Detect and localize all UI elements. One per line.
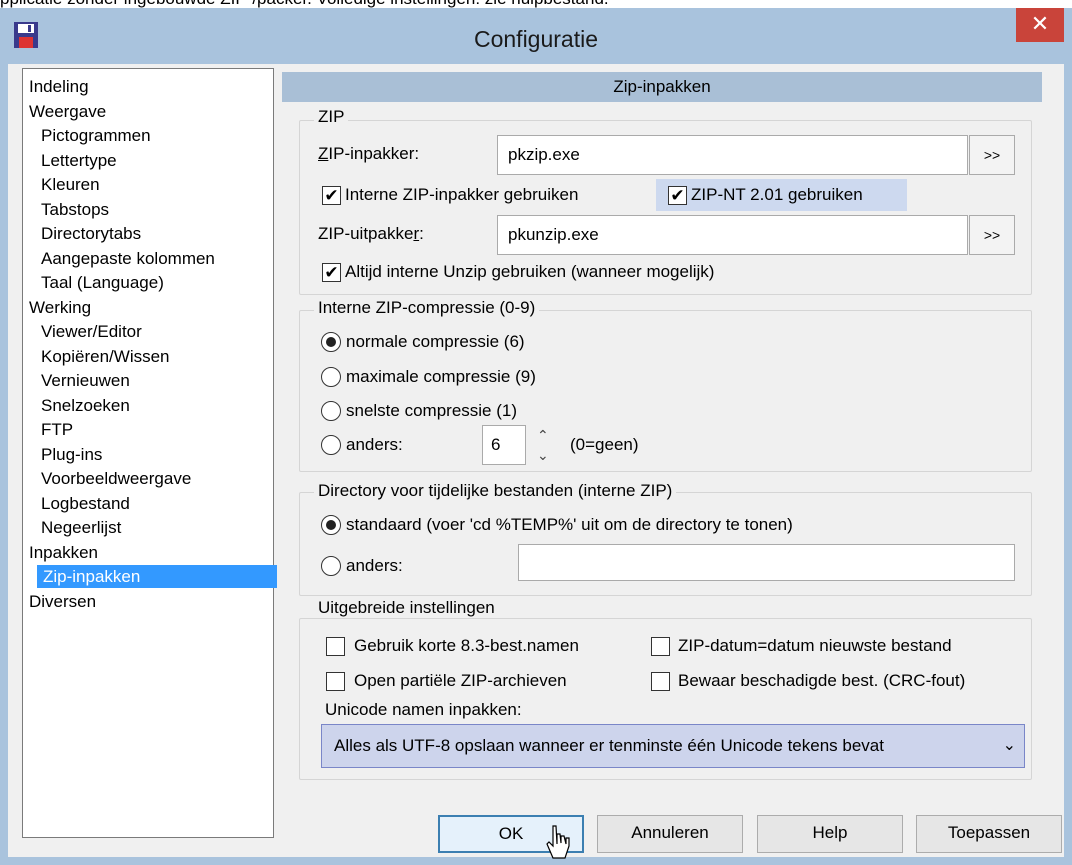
tree-item[interactable]: Inpakken [23,541,98,564]
help-button[interactable]: Help [757,815,903,853]
zip-packer-label: ZIP-inpakker: [318,144,420,163]
tree-item[interactable]: Viewer/Editor [23,320,142,343]
zip-date-checkbox[interactable] [651,637,670,656]
zip-nt-label: ZIP-NT 2.01 gebruiken [691,185,863,204]
tree-item[interactable]: Aangepaste kolommen [23,247,215,270]
short-names-checkbox[interactable] [326,637,345,656]
normal-compression-label: normale compressie (6) [346,332,525,351]
open-partial-label: Open partiële ZIP-archieven [354,671,567,690]
max-compression-radio[interactable] [321,367,341,387]
tree-item[interactable]: Kleuren [23,173,100,196]
zip-unpacker-label: ZIP-uitpakker: [318,224,424,243]
zip-unpacker-input[interactable]: pkunzip.exe [497,215,968,255]
tree-item[interactable]: Negeerlijst [23,516,121,539]
internal-packer-checkbox[interactable]: ✔ [322,186,341,205]
tree-item[interactable]: Vernieuwen [23,369,130,392]
background-text-strip: pplicatie zonder ingebouwde ZIP-/packer.… [0,0,1072,8]
tree-item[interactable]: Weergave [23,100,106,123]
open-partial-checkbox[interactable] [326,672,345,691]
tree-item[interactable]: Werking [23,296,91,319]
tree-item[interactable]: Lettertype [23,149,117,172]
zip-group-legend: ZIP [314,107,349,127]
tempdir-standard-radio[interactable] [321,515,341,535]
close-button[interactable]: ✕ [1016,8,1064,42]
tree-item[interactable]: Tabstops [23,198,109,221]
zip-date-label: ZIP-datum=datum nieuwste bestand [678,636,952,655]
always-internal-unzip-label: Altijd interne Unzip gebruiken (wanneer … [345,262,715,281]
tempdir-other-input[interactable] [518,544,1015,581]
pane-title: Zip-inpakken [282,72,1042,102]
unicode-names-label: Unicode namen inpakken: [325,700,522,719]
tree-item[interactable]: Voorbeeldweergave [23,467,191,490]
apply-button[interactable]: Toepassen [916,815,1062,853]
fastest-compression-label: snelste compressie (1) [346,401,518,420]
zip-unpacker-browse-button[interactable]: >> [969,215,1015,255]
keep-damaged-label: Bewaar beschadigde best. (CRC-fout) [678,671,966,690]
chevron-down-icon: ⌄ [1002,737,1016,754]
window-title: Configuratie [473,26,599,52]
other-compression-label: anders: [346,435,403,454]
normal-compression-radio[interactable] [321,332,341,352]
max-compression-label: maximale compressie (9) [346,367,536,386]
tree-item[interactable]: Pictogrammen [23,124,151,147]
compression-level-input[interactable]: 6 [482,425,526,465]
compression-group-legend: Interne ZIP-compressie (0-9) [314,298,540,318]
tree-item[interactable]: Zip-inpakken [37,565,277,588]
tree-item[interactable]: Taal (Language) [23,271,164,294]
spin-down-icon[interactable]: ⌄ [537,448,549,462]
tree-item[interactable]: Snelzoeken [23,394,130,417]
fastest-compression-radio[interactable] [321,401,341,421]
tempdir-group-legend: Directory voor tijdelijke bestanden (int… [314,481,677,501]
tree-item[interactable]: Logbestand [23,492,130,515]
tempdir-other-radio[interactable] [321,556,341,576]
tree-item[interactable]: Indeling [23,75,89,98]
tree-item[interactable]: FTP [23,418,73,441]
tree-item[interactable]: Kopiëren/Wissen [23,345,170,368]
unicode-names-select[interactable]: Alles als UTF-8 opslaan wanneer er tenmi… [321,724,1025,768]
keep-damaged-checkbox[interactable] [651,672,670,691]
short-names-label: Gebruik korte 8.3-best.namen [354,636,579,655]
tree-item[interactable]: Directorytabs [23,222,141,245]
tree-item[interactable]: Diversen [23,590,96,613]
internal-packer-label: Interne ZIP-inpakker gebruiken [345,185,579,204]
advanced-group-legend: Uitgebreide instellingen [314,598,499,618]
other-compression-radio[interactable] [321,435,341,455]
cancel-button[interactable]: Annuleren [597,815,743,853]
always-internal-unzip-checkbox[interactable]: ✔ [322,263,341,282]
settings-tree[interactable]: Indeling Weergave Pictogrammen Lettertype Kl… [22,68,277,838]
title-bar[interactable]: Configuratie ✕ [0,8,1072,64]
zip-packer-input[interactable]: pkzip.exe [497,135,968,175]
zip-packer-browse-button[interactable]: >> [969,135,1015,175]
spin-up-icon[interactable]: ⌃ [537,428,549,442]
compression-hint: (0=geen) [570,435,639,454]
mouse-cursor-icon [546,825,570,859]
tempdir-standard-label: standaard (voer 'cd %TEMP%' uit om de di… [346,515,793,534]
tempdir-other-label: anders: [346,556,403,575]
zip-nt-checkbox[interactable]: ✔ [668,186,687,205]
tree-item[interactable]: Plug-ins [23,443,102,466]
